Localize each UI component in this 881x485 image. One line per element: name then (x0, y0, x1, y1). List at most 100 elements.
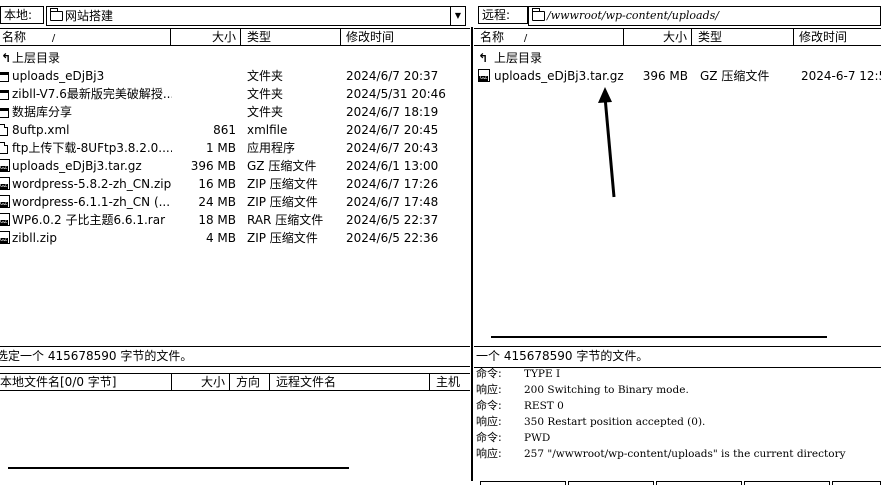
file-size: 396 MB (190, 159, 236, 173)
bottom-tab[interactable] (656, 481, 742, 485)
file-type: 文件夹 (247, 69, 284, 83)
queue-horizontal-scrollbar[interactable] (8, 467, 349, 469)
list-item[interactable]: ↰ 上层目录 (474, 49, 881, 67)
list-item[interactable]: 数据库分享 文件夹 2024/6/7 18:19 (0, 103, 470, 121)
file-size: 16 MB (198, 177, 236, 191)
log-text: 200 Switching to Binary mode. (524, 384, 689, 396)
list-item[interactable]: zibll.zip 4 MB ZIP 压缩文件 2024/6/5 22:36 (0, 229, 470, 247)
folder-icon (50, 8, 63, 21)
file-type: 文件夹 (247, 105, 284, 119)
local-path-input[interactable]: 网站搭建 (46, 6, 452, 26)
list-item[interactable]: uploads_eDjBj3.tar.gz 396 MB GZ 压缩文件 202… (0, 157, 470, 175)
queue-col-remote-name-label: 远程文件名 (276, 375, 337, 389)
file-modified: 2024/6/5 22:37 (346, 213, 439, 227)
file-type: ZIP 压缩文件 (247, 195, 318, 209)
local-col-type-label: 类型 (247, 30, 272, 44)
pane-divider[interactable] (471, 27, 473, 481)
queue-col-host-label: 主机 (436, 375, 461, 389)
file-type: xmlfile (247, 123, 288, 137)
queue-col-host[interactable]: 主机 (430, 374, 470, 391)
local-status-bottom (0, 366, 470, 367)
sort-indicator-icon: / (523, 33, 528, 44)
file-type: GZ 压缩文件 (700, 69, 770, 83)
file-type: GZ 压缩文件 (247, 159, 317, 173)
file-name: uploads_eDjBj3.tar.gz (12, 159, 142, 173)
remote-horizontal-scrollbar[interactable] (491, 336, 827, 338)
log-line: 响应: 200 Switching to Binary mode. (476, 382, 689, 398)
list-item[interactable]: WP6.0.2 子比主题6.6.1.rar 18 MB RAR 压缩文件 202… (0, 211, 470, 229)
bottom-tab[interactable] (744, 481, 830, 485)
sort-indicator-icon: / (51, 33, 56, 44)
queue-col-size[interactable]: 大小 (172, 374, 230, 391)
file-name: 数据库分享 (12, 105, 73, 119)
local-col-modified[interactable]: 修改时间 (341, 29, 470, 46)
archive-icon (0, 159, 10, 172)
log-kind: 响应: (476, 415, 502, 428)
list-item[interactable]: uploads_eDjBj3 文件夹 2024/6/7 20:37 (0, 67, 470, 85)
bottom-tab[interactable] (568, 481, 654, 485)
remote-path-label: 远程: (478, 6, 528, 24)
file-modified: 2024/6/7 18:19 (346, 105, 439, 119)
file-name: ftp上传下载-8UFtp3.8.2.0.... (12, 141, 172, 155)
log-line: 命令: REST 0 (476, 398, 564, 414)
app-icon (0, 142, 8, 154)
local-col-modified-label: 修改时间 (346, 30, 395, 44)
file-size: 18 MB (198, 213, 236, 227)
file-name: 上层目录 (12, 51, 61, 65)
log-kind: 响应: (476, 383, 502, 396)
archive-icon (478, 69, 490, 82)
queue-col-local-name[interactable]: 本地文件名[0/0 字节] (0, 374, 172, 391)
file-name: WP6.0.2 子比主题6.6.1.rar (12, 213, 166, 227)
queue-col-remote-name[interactable]: 远程文件名 (270, 374, 430, 391)
remote-col-type[interactable]: 类型 (692, 29, 794, 46)
remote-col-modified[interactable]: 修改时间 (794, 29, 881, 46)
remote-path-input[interactable]: /wwwroot/wp-content/uploads/ (528, 6, 881, 26)
annotation-arrow-shaft (603, 96, 616, 198)
local-col-size-label: 大小 (211, 30, 236, 44)
file-name: uploads_eDjBj3.tar.gz (494, 69, 624, 83)
list-item[interactable]: 8uftp.xml 861 xmlfile 2024/6/7 20:45 (0, 121, 470, 139)
bottom-tab[interactable] (480, 481, 566, 485)
file-name: zibll-V7.6最新版完美破解授... (12, 87, 172, 101)
remote-list-header: 名称 / 大小 类型 修改时间 (474, 28, 881, 46)
file-modified: 2024/5/31 20:46 (346, 87, 446, 101)
list-item[interactable]: wordpress-5.8.2-zh_CN.zip 16 MB ZIP 压缩文件… (0, 175, 470, 193)
up-dir-icon: ↰ (478, 51, 489, 65)
list-item[interactable]: wordpress-6.1.1-zh_CN (... 24 MB ZIP 压缩文… (0, 193, 470, 211)
remote-col-modified-label: 修改时间 (799, 30, 848, 44)
log-kind: 命令: (476, 431, 502, 444)
list-item[interactable]: zibll-V7.6最新版完美破解授... 文件夹 2024/5/31 20:4… (0, 85, 470, 103)
remote-col-name[interactable]: 名称 / (474, 29, 624, 46)
file-size: 396 MB (642, 69, 688, 83)
remote-col-size-label: 大小 (662, 30, 687, 44)
log-line: 命令: TYPE I (476, 366, 560, 382)
file-type: ZIP 压缩文件 (247, 231, 318, 245)
remote-path-text: /wwwroot/wp-content/uploads/ (547, 9, 719, 22)
local-path-dropdown-button[interactable]: ▼ (450, 6, 466, 26)
file-modified: 2024/6/7 20:37 (346, 69, 439, 83)
log-text: 350 Restart position accepted (0). (524, 416, 706, 428)
list-item[interactable]: ↰ 上层目录 (0, 49, 470, 67)
bottom-tab[interactable] (832, 481, 881, 485)
list-item[interactable]: uploads_eDjBj3.tar.gz 396 MB GZ 压缩文件 202… (474, 67, 881, 85)
file-modified: 2024/6/7 20:45 (346, 123, 439, 137)
queue-col-direction[interactable]: 方向 (230, 374, 270, 391)
local-col-name[interactable]: 名称 / (0, 29, 171, 46)
remote-col-size[interactable]: 大小 (624, 29, 692, 46)
file-size: 24 MB (198, 195, 236, 209)
queue-col-local-name-label: 本地文件名[0/0 字节] (0, 375, 117, 389)
queue-col-direction-label: 方向 (236, 375, 261, 389)
file-type: 应用程序 (247, 141, 296, 155)
file-modified: 2024/6/7 17:26 (346, 177, 439, 191)
queue-header: 本地文件名[0/0 字节] 大小 方向 远程文件名 主机 (0, 373, 470, 391)
local-col-size[interactable]: 大小 (171, 29, 241, 46)
file-name: wordpress-5.8.2-zh_CN.zip (12, 177, 172, 191)
remote-status-text: 一个 415678590 字节的文件。 (476, 349, 649, 363)
file-type: 文件夹 (247, 87, 284, 101)
list-item[interactable]: ftp上传下载-8UFtp3.8.2.0.... 1 MB 应用程序 2024/… (0, 139, 470, 157)
log-line: 命令: PWD (476, 430, 550, 446)
file-size: 1 MB (205, 141, 236, 155)
file-name: 8uftp.xml (12, 123, 70, 137)
file-icon (0, 124, 8, 136)
local-col-type[interactable]: 类型 (241, 29, 341, 46)
